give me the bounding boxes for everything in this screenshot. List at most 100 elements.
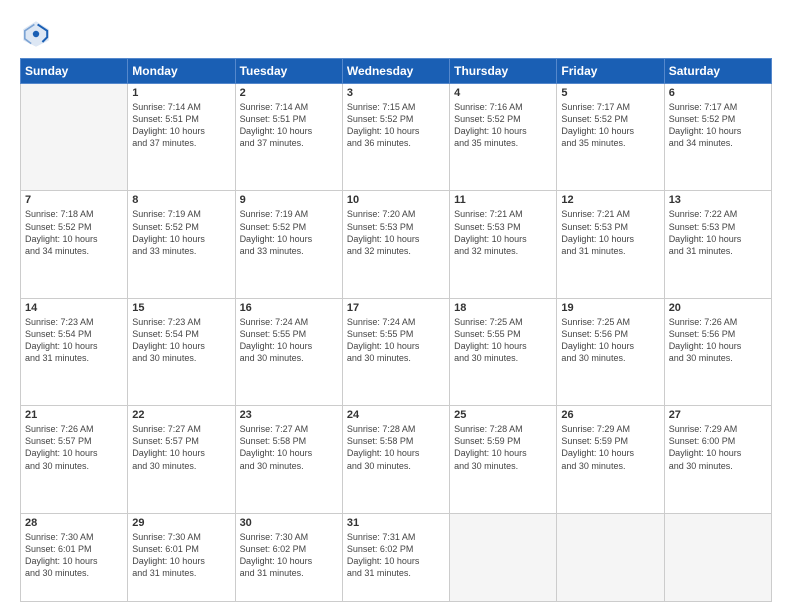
day-info: Sunrise: 7:22 AM Sunset: 5:53 PM Dayligh… (669, 208, 767, 257)
day-info: Sunrise: 7:17 AM Sunset: 5:52 PM Dayligh… (669, 101, 767, 150)
weekday-header: Sunday (21, 59, 128, 84)
calendar-cell: 21 Sunrise: 7:26 AM Sunset: 5:57 PM Dayli… (21, 406, 128, 513)
logo (20, 18, 56, 50)
day-number: 23 (240, 409, 338, 421)
calendar-cell (450, 513, 557, 602)
calendar-cell: 10Sunrise: 7:20 AM Sunset: 5:53 PM Dayli… (342, 191, 449, 298)
calendar-cell: 20Sunrise: 7:26 AM Sunset: 5:56 PM Dayli… (664, 298, 771, 405)
day-info: Sunrise: 7:29 AM Sunset: 5:59 PM Dayligh… (561, 423, 659, 472)
weekday-header: Tuesday (235, 59, 342, 84)
day-info: Sunrise: 7:23 AM Sunset: 5:54 PM Dayligh… (132, 316, 230, 365)
day-number: 27 (669, 409, 767, 421)
calendar-cell: 4 Sunrise: 7:16 AM Sunset: 5:52 PM Daylig… (450, 84, 557, 191)
day-info: Sunrise: 7:30 AM Sunset: 6:01 PM Dayligh… (132, 531, 230, 580)
calendar-cell: 7 Sunrise: 7:18 AM Sunset: 5:52 PM Daylig… (21, 191, 128, 298)
calendar-cell: 1 Sunrise: 7:14 AM Sunset: 5:51 PM Daylig… (128, 84, 235, 191)
calendar-cell: 27 Sunrise: 7:29 AM Sunset: 6:00 PM Dayli… (664, 406, 771, 513)
calendar-cell: 22 Sunrise: 7:27 AM Sunset: 5:57 PM Dayli… (128, 406, 235, 513)
calendar-cell (664, 513, 771, 602)
calendar-cell: 5 Sunrise: 7:17 AM Sunset: 5:52 PM Daylig… (557, 84, 664, 191)
day-info: Sunrise: 7:28 AM Sunset: 5:59 PM Dayligh… (454, 423, 552, 472)
day-info: Sunrise: 7:26 AM Sunset: 5:56 PM Dayligh… (669, 316, 767, 365)
day-info: Sunrise: 7:23 AM Sunset: 5:54 PM Dayligh… (25, 316, 123, 365)
day-number: 30 (240, 517, 338, 529)
header (20, 18, 772, 50)
day-info: Sunrise: 7:14 AM Sunset: 5:51 PM Dayligh… (132, 101, 230, 150)
calendar-week-row: 28 Sunrise: 7:30 AM Sunset: 6:01 PM Dayli… (21, 513, 772, 602)
weekday-header: Wednesday (342, 59, 449, 84)
day-number: 18 (454, 302, 552, 314)
weekday-header: Friday (557, 59, 664, 84)
logo-icon (20, 18, 52, 50)
calendar-cell: 19 Sunrise: 7:25 AM Sunset: 5:56 PM Dayli… (557, 298, 664, 405)
day-number: 22 (132, 409, 230, 421)
weekday-header-row: SundayMondayTuesdayWednesdayThursdayFrid… (21, 59, 772, 84)
day-info: Sunrise: 7:25 AM Sunset: 5:56 PM Dayligh… (561, 316, 659, 365)
calendar-week-row: 14 Sunrise: 7:23 AM Sunset: 5:54 PM Dayli… (21, 298, 772, 405)
calendar-table: SundayMondayTuesdayWednesdayThursdayFrid… (20, 58, 772, 602)
calendar-cell: 25 Sunrise: 7:28 AM Sunset: 5:59 PM Dayli… (450, 406, 557, 513)
calendar-cell: 24 Sunrise: 7:28 AM Sunset: 5:58 PM Dayli… (342, 406, 449, 513)
page: SundayMondayTuesdayWednesdayThursdayFrid… (0, 0, 792, 612)
day-number: 14 (25, 302, 123, 314)
weekday-header: Thursday (450, 59, 557, 84)
day-info: Sunrise: 7:18 AM Sunset: 5:52 PM Dayligh… (25, 208, 123, 257)
calendar-cell: 28Sunrise: 7:30 AM Sunset: 6:01 PM Dayli… (21, 513, 128, 602)
day-number: 7 (25, 194, 123, 206)
calendar-cell: 15 Sunrise: 7:23 AM Sunset: 5:54 PM Dayli… (128, 298, 235, 405)
day-info: Sunrise: 7:19 AM Sunset: 5:52 PM Dayligh… (132, 208, 230, 257)
calendar-cell: 6Sunrise: 7:17 AM Sunset: 5:52 PM Daylig… (664, 84, 771, 191)
calendar-cell: 9Sunrise: 7:19 AM Sunset: 5:52 PM Daylig… (235, 191, 342, 298)
day-number: 28 (25, 517, 123, 529)
day-number: 8 (132, 194, 230, 206)
day-number: 29 (132, 517, 230, 529)
calendar-cell: 31Sunrise: 7:31 AM Sunset: 6:02 PM Dayli… (342, 513, 449, 602)
day-info: Sunrise: 7:17 AM Sunset: 5:52 PM Dayligh… (561, 101, 659, 150)
day-number: 1 (132, 87, 230, 99)
calendar-cell: 14 Sunrise: 7:23 AM Sunset: 5:54 PM Dayli… (21, 298, 128, 405)
day-info: Sunrise: 7:26 AM Sunset: 5:57 PM Dayligh… (25, 423, 123, 472)
day-info: Sunrise: 7:20 AM Sunset: 5:53 PM Dayligh… (347, 208, 445, 257)
weekday-header: Saturday (664, 59, 771, 84)
day-number: 25 (454, 409, 552, 421)
day-info: Sunrise: 7:29 AM Sunset: 6:00 PM Dayligh… (669, 423, 767, 472)
day-info: Sunrise: 7:27 AM Sunset: 5:57 PM Dayligh… (132, 423, 230, 472)
day-info: Sunrise: 7:31 AM Sunset: 6:02 PM Dayligh… (347, 531, 445, 580)
calendar-cell: 12 Sunrise: 7:21 AM Sunset: 5:53 PM Dayli… (557, 191, 664, 298)
day-number: 4 (454, 87, 552, 99)
calendar-cell (21, 84, 128, 191)
calendar-cell: 3 Sunrise: 7:15 AM Sunset: 5:52 PM Daylig… (342, 84, 449, 191)
calendar-cell: 23 Sunrise: 7:27 AM Sunset: 5:58 PM Dayli… (235, 406, 342, 513)
day-number: 3 (347, 87, 445, 99)
day-number: 24 (347, 409, 445, 421)
day-info: Sunrise: 7:24 AM Sunset: 5:55 PM Dayligh… (240, 316, 338, 365)
day-number: 5 (561, 87, 659, 99)
day-number: 12 (561, 194, 659, 206)
day-info: Sunrise: 7:21 AM Sunset: 5:53 PM Dayligh… (561, 208, 659, 257)
day-number: 15 (132, 302, 230, 314)
day-number: 21 (25, 409, 123, 421)
day-info: Sunrise: 7:14 AM Sunset: 5:51 PM Dayligh… (240, 101, 338, 150)
day-info: Sunrise: 7:28 AM Sunset: 5:58 PM Dayligh… (347, 423, 445, 472)
day-number: 9 (240, 194, 338, 206)
calendar-cell: 8 Sunrise: 7:19 AM Sunset: 5:52 PM Daylig… (128, 191, 235, 298)
calendar-cell (557, 513, 664, 602)
day-info: Sunrise: 7:27 AM Sunset: 5:58 PM Dayligh… (240, 423, 338, 472)
day-number: 17 (347, 302, 445, 314)
calendar-week-row: 21 Sunrise: 7:26 AM Sunset: 5:57 PM Dayli… (21, 406, 772, 513)
calendar-cell: 17 Sunrise: 7:24 AM Sunset: 5:55 PM Dayli… (342, 298, 449, 405)
day-info: Sunrise: 7:15 AM Sunset: 5:52 PM Dayligh… (347, 101, 445, 150)
calendar-cell: 29 Sunrise: 7:30 AM Sunset: 6:01 PM Dayli… (128, 513, 235, 602)
calendar-cell: 26 Sunrise: 7:29 AM Sunset: 5:59 PM Dayli… (557, 406, 664, 513)
day-number: 13 (669, 194, 767, 206)
day-info: Sunrise: 7:16 AM Sunset: 5:52 PM Dayligh… (454, 101, 552, 150)
day-info: Sunrise: 7:21 AM Sunset: 5:53 PM Dayligh… (454, 208, 552, 257)
day-number: 26 (561, 409, 659, 421)
calendar-week-row: 1 Sunrise: 7:14 AM Sunset: 5:51 PM Daylig… (21, 84, 772, 191)
day-info: Sunrise: 7:24 AM Sunset: 5:55 PM Dayligh… (347, 316, 445, 365)
day-number: 11 (454, 194, 552, 206)
day-number: 16 (240, 302, 338, 314)
calendar-week-row: 7 Sunrise: 7:18 AM Sunset: 5:52 PM Daylig… (21, 191, 772, 298)
calendar-cell: 13 Sunrise: 7:22 AM Sunset: 5:53 PM Dayli… (664, 191, 771, 298)
day-number: 19 (561, 302, 659, 314)
